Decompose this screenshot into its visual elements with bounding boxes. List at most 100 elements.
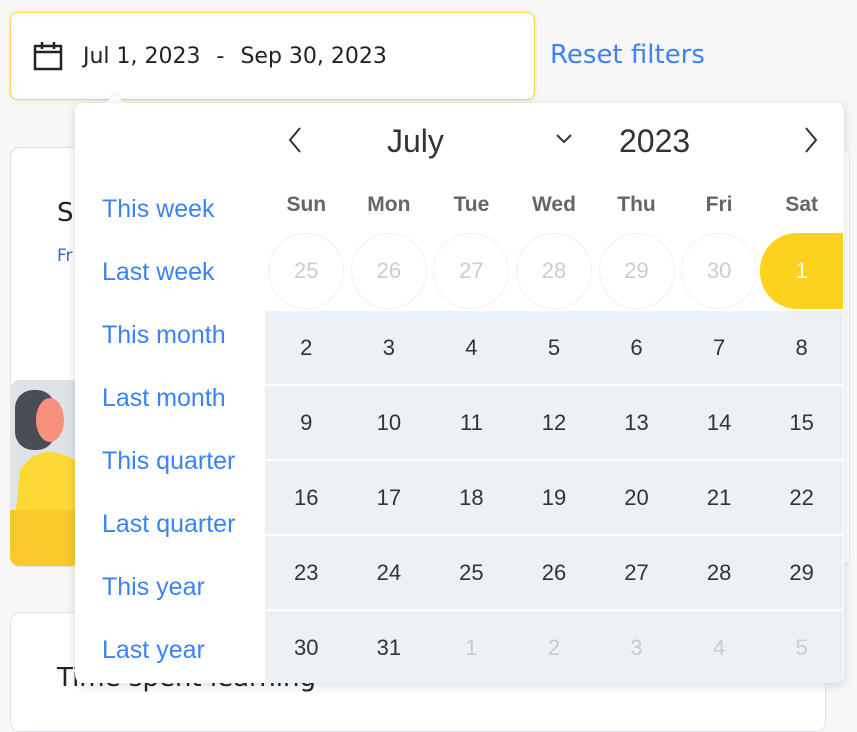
month-select[interactable]: July (387, 123, 444, 160)
day-cell[interactable]: 2 (265, 311, 348, 384)
day-cell[interactable]: 29 (595, 233, 678, 309)
day-cell[interactable]: 24 (348, 536, 431, 609)
weekday-wed: Wed (531, 193, 576, 216)
day-cell[interactable]: 30 (678, 233, 761, 309)
day-number: 14 (706, 409, 732, 435)
day-cell[interactable]: 30 (265, 611, 348, 683)
preset-this-quarter[interactable]: This quarter (102, 447, 235, 510)
day-number: 18 (459, 484, 484, 510)
card-title: S (57, 198, 74, 228)
day-number: 22 (789, 484, 814, 510)
day-cell[interactable]: 23 (265, 536, 348, 609)
day-cell[interactable]: 21 (678, 461, 761, 534)
year-label[interactable]: 2023 (619, 123, 690, 160)
day-cell[interactable]: 29 (760, 536, 843, 609)
day-number: 1 (795, 258, 808, 283)
day-cell[interactable]: 25 (430, 536, 513, 609)
day-cell[interactable]: 18 (430, 461, 513, 534)
day-number: 5 (795, 634, 808, 660)
day-number: 26 (376, 258, 402, 283)
calendar-grid: Sun Mon Tue Wed Thu Fri Sat 25 26 27 28 29 30 1 2 3 4 5 6… (265, 193, 843, 683)
preset-last-year[interactable]: Last year (102, 636, 235, 683)
preset-this-year[interactable]: This year (102, 573, 235, 636)
illustration-image (10, 380, 80, 566)
day-number: 11 (459, 409, 483, 435)
day-number: 23 (294, 559, 319, 585)
day-number: 30 (706, 258, 732, 283)
day-cell[interactable]: 28 (678, 536, 761, 609)
day-cell[interactable]: 4 (678, 611, 761, 683)
day-cell-selected-start[interactable]: 1 (760, 233, 843, 309)
day-cell[interactable]: 4 (430, 311, 513, 384)
day-cell[interactable]: 3 (595, 611, 678, 683)
reset-filters-link[interactable]: Reset filters (550, 40, 705, 70)
next-month-icon[interactable] (801, 123, 821, 165)
day-cell[interactable]: 19 (513, 461, 596, 534)
week-row: 16 17 18 19 20 21 22 (265, 459, 843, 534)
day-number: 26 (541, 559, 567, 585)
day-cell[interactable]: 16 (265, 461, 348, 534)
day-cell[interactable]: 13 (595, 386, 678, 459)
day-cell[interactable]: 25 (265, 233, 348, 309)
date-range-field[interactable]: Jul 1, 2023 - Sep 30, 2023 (10, 12, 535, 100)
end-date: Sep 30, 2023 (240, 43, 387, 69)
day-number: 3 (382, 334, 395, 360)
day-number: 28 (541, 258, 567, 283)
day-cell[interactable]: 17 (348, 461, 431, 534)
day-number: 28 (706, 559, 732, 585)
day-cell[interactable]: 27 (430, 233, 513, 309)
weekday-sat: Sat (785, 193, 818, 216)
preset-last-week[interactable]: Last week (102, 258, 235, 321)
preset-this-month[interactable]: This month (102, 321, 235, 384)
day-cell[interactable]: 11 (430, 386, 513, 459)
day-number: 7 (712, 334, 726, 360)
weekday-header: Sun Mon Tue Wed Thu Fri Sat (265, 193, 843, 233)
day-number: 19 (541, 484, 567, 510)
day-number: 15 (789, 409, 814, 435)
day-cell[interactable]: 5 (760, 611, 843, 683)
day-cell[interactable]: 20 (595, 461, 678, 534)
date-separator: - (216, 43, 225, 69)
calendar-icon (33, 42, 63, 71)
day-cell[interactable]: 2 (513, 611, 596, 683)
day-cell[interactable]: 26 (513, 536, 596, 609)
weekday-sun: Sun (286, 193, 327, 216)
preset-last-quarter[interactable]: Last quarter (102, 510, 235, 573)
day-cell[interactable]: 14 (678, 386, 761, 459)
day-number: 25 (459, 559, 484, 585)
day-number: 1 (465, 634, 478, 660)
day-number: 12 (541, 409, 567, 435)
day-number: 8 (795, 334, 808, 360)
week-row: 9 10 11 12 13 14 15 (265, 384, 843, 459)
weekday-mon: Mon (367, 193, 411, 216)
day-number: 29 (624, 258, 649, 283)
day-cell[interactable]: 31 (348, 611, 431, 683)
preset-this-week[interactable]: This week (102, 195, 235, 258)
preset-last-month[interactable]: Last month (102, 384, 235, 447)
day-cell[interactable]: 8 (760, 311, 843, 384)
date-picker-popup: This week Last week This month Last mont… (75, 103, 844, 683)
day-cell[interactable]: 27 (595, 536, 678, 609)
weekday-tue: Tue (453, 193, 490, 216)
day-cell[interactable]: 1 (430, 611, 513, 683)
day-cell[interactable]: 15 (760, 386, 843, 459)
chevron-down-icon[interactable] (555, 127, 573, 151)
day-number: 4 (712, 634, 726, 660)
day-cell[interactable]: 26 (348, 233, 431, 309)
start-date: Jul 1, 2023 (83, 43, 201, 69)
day-cell[interactable]: 5 (513, 311, 596, 384)
day-number: 24 (376, 559, 402, 585)
day-cell[interactable]: 3 (348, 311, 431, 384)
day-cell[interactable]: 12 (513, 386, 596, 459)
day-cell[interactable]: 10 (348, 386, 431, 459)
day-cell[interactable]: 28 (513, 233, 596, 309)
day-cell[interactable]: 7 (678, 311, 761, 384)
day-cell[interactable]: 22 (760, 461, 843, 534)
week-row: 23 24 25 26 27 28 29 (265, 534, 843, 609)
day-cell[interactable]: 9 (265, 386, 348, 459)
day-cell[interactable]: 6 (595, 311, 678, 384)
prev-month-icon[interactable] (285, 123, 305, 165)
card-subtitle: Fr (57, 246, 73, 266)
weekday-thu: Thu (617, 193, 656, 216)
day-number: 10 (376, 409, 402, 435)
